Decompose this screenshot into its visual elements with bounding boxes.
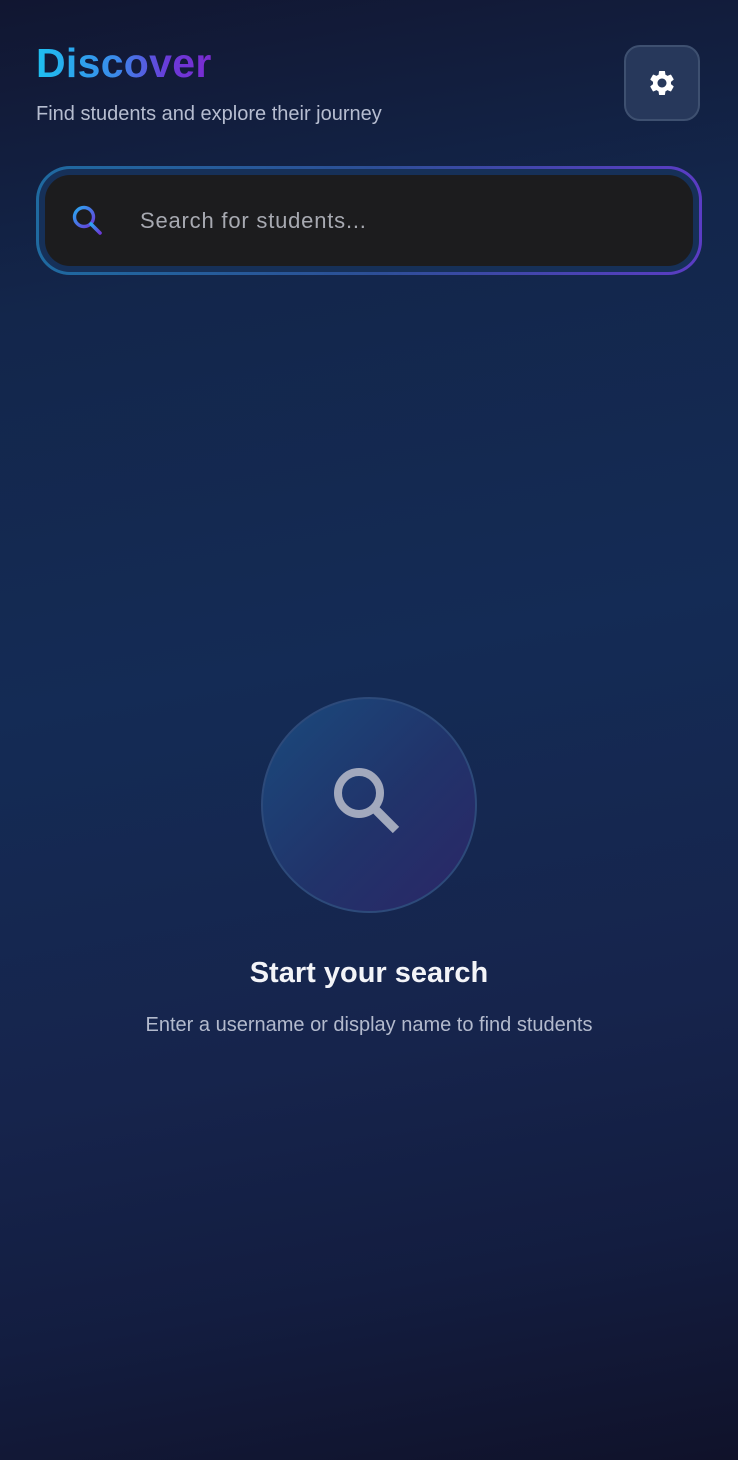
- empty-state-icon-circle: [261, 697, 477, 913]
- search-bar: [36, 166, 702, 275]
- search-icon: [72, 205, 102, 235]
- empty-state-title: Start your search: [249, 957, 489, 989]
- settings-button[interactable]: [624, 45, 700, 121]
- search-bar-glow: [39, 169, 699, 272]
- page-title: Discover: [36, 40, 212, 86]
- gear-icon: [650, 71, 674, 95]
- magnifier-icon: [334, 768, 400, 834]
- page-subtitle: Find students and explore their journey: [36, 103, 382, 125]
- search-field-container[interactable]: [45, 175, 693, 266]
- empty-state-subtitle: Enter a username or display name to find…: [145, 1014, 593, 1036]
- search-input[interactable]: [138, 189, 693, 252]
